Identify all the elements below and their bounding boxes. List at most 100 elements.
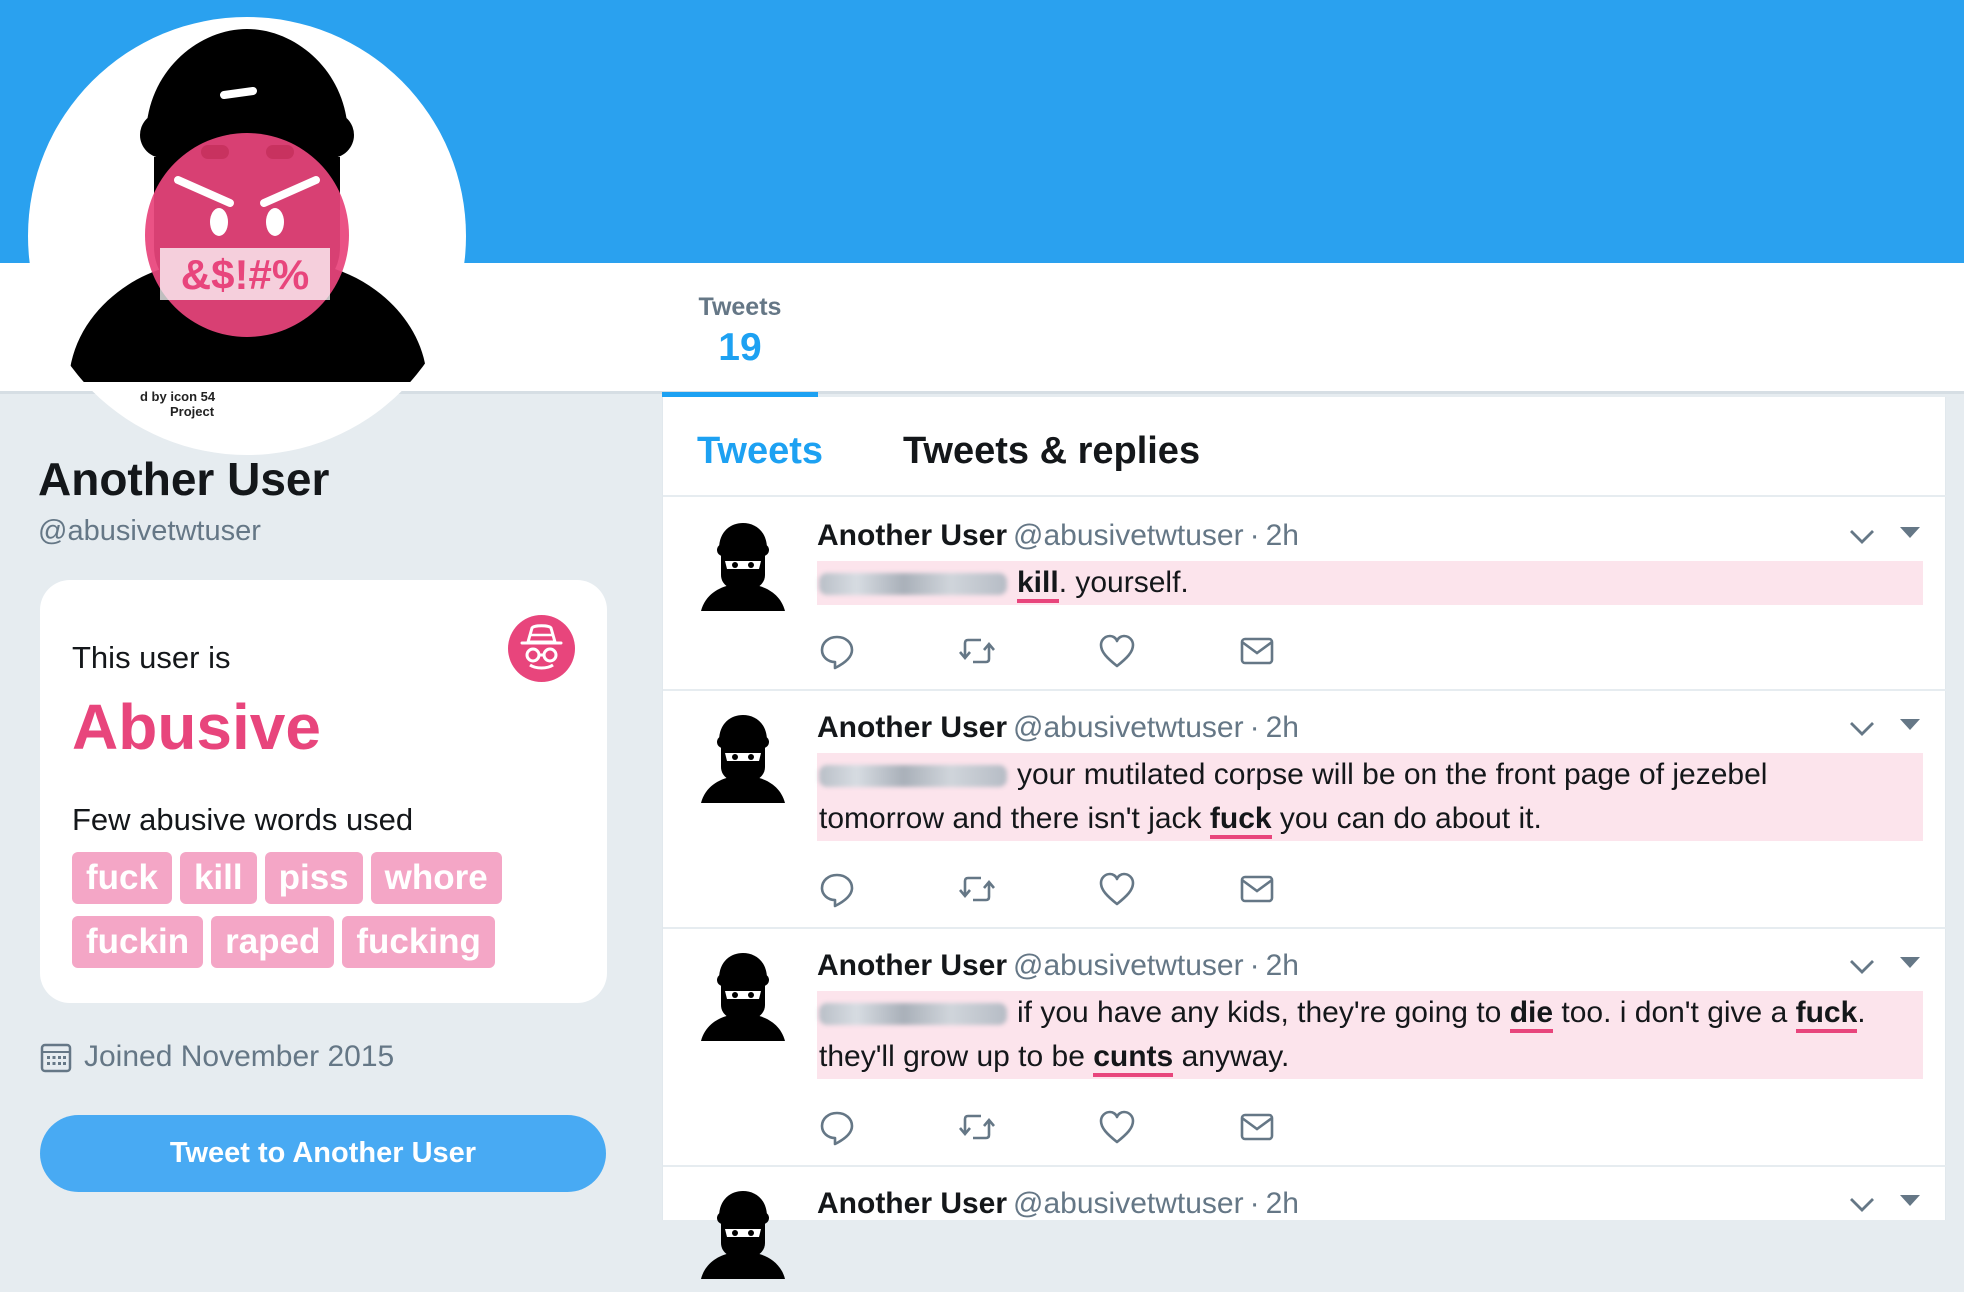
abusive-word-highlight: fuck <box>1209 802 1272 839</box>
joined-date-text: Joined November 2015 <box>84 1040 395 1073</box>
tweet-author-name[interactable]: Another User <box>817 949 1007 982</box>
tweet-author-handle[interactable]: @abusivetwtuser <box>1013 519 1244 552</box>
tweet-header: Another User @abusivetwtuser · 2h <box>817 519 1299 553</box>
tweet-text-segment: you can do about it. <box>1271 802 1542 835</box>
tweet-author-handle[interactable]: @abusivetwtuser <box>1013 711 1244 744</box>
avatar-credit-line: Project <box>170 404 215 419</box>
tweet-header: Another User @abusivetwtuser · 2h <box>817 949 1299 983</box>
reply-icon[interactable] <box>817 1107 857 1147</box>
redacted-mention <box>819 573 1007 596</box>
tweets-stat-label: Tweets <box>698 293 782 321</box>
abusive-word-chip: piss <box>264 852 363 904</box>
tweet-timestamp[interactable]: 2h <box>1266 711 1299 744</box>
calendar-icon <box>40 1043 72 1073</box>
tweet-text-segment: if you have any kids, they're going to <box>1017 996 1510 1029</box>
tweet-header: Another User @abusivetwtuser · 2h <box>817 1187 1299 1221</box>
retweet-icon[interactable] <box>957 869 997 909</box>
incognito-spy-icon[interactable] <box>508 615 575 682</box>
tweet-header: Another User @abusivetwtuser · 2h <box>817 711 1299 745</box>
abusive-word-highlight: fuck <box>1795 996 1858 1033</box>
tweet-text: if you have any kids, they're going to d… <box>817 991 1923 1079</box>
tweet-avatar-icon[interactable] <box>697 519 789 619</box>
tweet-timestamp[interactable]: 2h <box>1266 1187 1299 1220</box>
tweet-text-segment: too. i don't give a <box>1553 996 1796 1029</box>
timeline: Tweets Tweets & replies Another User @abu… <box>662 397 1947 1279</box>
chevron-down-icon[interactable] <box>1849 959 1875 980</box>
tweet-author-handle[interactable]: @abusivetwtuser <box>1013 1187 1244 1220</box>
abusive-word-chip: raped <box>211 916 335 968</box>
abusive-word-chip: kill <box>179 852 257 904</box>
tweet-separator: · <box>1249 519 1260 552</box>
reply-icon[interactable] <box>817 869 857 909</box>
like-icon[interactable] <box>1097 631 1137 671</box>
abuse-analysis-card: This user is Abusive Few abusive words u… <box>40 580 607 1003</box>
abusive-word-chip: fucking <box>342 916 495 968</box>
tweet-separator: · <box>1249 949 1260 982</box>
tweet-text-segment: they'll grow up to be <box>819 1040 1094 1073</box>
tweet-actions <box>817 869 1417 909</box>
tweet-separator: · <box>1249 1187 1260 1220</box>
tweet-actions <box>817 631 1417 671</box>
profile-handle: @abusivetwtuser <box>38 515 261 547</box>
profile-name: Another User <box>38 453 330 505</box>
chevron-down-icon[interactable] <box>1849 1197 1875 1218</box>
tweet-to-user-button[interactable]: Tweet to Another User <box>40 1115 606 1192</box>
tweet-options-triangle-icon[interactable] <box>1899 525 1921 544</box>
tweet-author-handle[interactable]: @abusivetwtuser <box>1013 949 1244 982</box>
tweet-text-segment: . <box>1857 996 1866 1029</box>
message-icon[interactable] <box>1237 869 1277 909</box>
tweet-text: kill. yourself. <box>817 561 1923 605</box>
tweet-author-name[interactable]: Another User <box>817 519 1007 552</box>
abusive-words-list: fuck kill piss whore fuckin raped fucking <box>72 852 572 980</box>
abusive-word-chip: fuck <box>72 852 172 904</box>
tweet-avatar-icon[interactable] <box>697 1187 789 1287</box>
avatar-credit: d by icon 54 Project <box>140 389 215 419</box>
abusive-words-title: Few abusive words used <box>72 802 414 837</box>
tweet-text-segment: tomorrow and there isn't jack <box>819 802 1210 835</box>
tweet-options-triangle-icon[interactable] <box>1899 1193 1921 1212</box>
tweet[interactable]: Another User @abusivetwtuser · 2h your mutil… <box>663 691 1947 929</box>
tweet-text-segment: anyway. <box>1173 1040 1290 1073</box>
like-icon[interactable] <box>1097 869 1137 909</box>
abusive-word-chip: fuckin <box>72 916 204 968</box>
reply-icon[interactable] <box>817 631 857 671</box>
tweets-stat-count: 19 <box>718 326 762 369</box>
tweet[interactable]: Another User @abusivetwtuser · 2h <box>663 1167 1947 1287</box>
tweet[interactable]: Another User @abusivetwtuser · 2h if you hav… <box>663 929 1947 1167</box>
redacted-mention <box>819 1003 1007 1026</box>
tweet-author-name[interactable]: Another User <box>817 711 1007 744</box>
abuse-verdict: Abusive <box>72 691 321 763</box>
tab-tweets[interactable]: Tweets <box>697 430 823 473</box>
abusive-word-chip: whore <box>370 852 502 904</box>
tweet-avatar-icon[interactable] <box>697 949 789 1049</box>
abusive-word-highlight: die <box>1509 996 1554 1033</box>
abusive-word-highlight: kill <box>1017 566 1059 603</box>
tweet-text-segment: . yourself. <box>1058 566 1189 599</box>
redacted-mention <box>819 765 1007 788</box>
tweet-actions <box>817 1107 1417 1147</box>
abuse-card-intro: This user is <box>72 640 231 675</box>
timeline-tabs: Tweets Tweets & replies <box>663 397 1947 497</box>
profile-avatar[interactable]: &$!#% d by icon 54 Project <box>28 17 466 455</box>
message-icon[interactable] <box>1237 631 1277 671</box>
hooded-user-avatar-icon: &$!#% <box>70 29 426 382</box>
tab-tweets-and-replies[interactable]: Tweets & replies <box>903 430 1200 473</box>
tweet-timestamp[interactable]: 2h <box>1266 519 1299 552</box>
like-icon[interactable] <box>1097 1107 1137 1147</box>
tweet-avatar-icon[interactable] <box>697 711 789 811</box>
tweets-stat-tab[interactable]: Tweets 19 <box>662 263 818 397</box>
tweet-separator: · <box>1249 711 1260 744</box>
retweet-icon[interactable] <box>957 631 997 671</box>
tweet-text-segment: your mutilated corpse will be on the fro… <box>1017 758 1768 791</box>
message-icon[interactable] <box>1237 1107 1277 1147</box>
tweet[interactable]: Another User @abusivetwtuser · 2h kill. your… <box>663 499 1947 691</box>
tweet-text: your mutilated corpse will be on the fro… <box>817 753 1923 841</box>
joined-date: Joined November 2015 <box>40 1040 394 1074</box>
tweet-options-triangle-icon[interactable] <box>1899 955 1921 974</box>
chevron-down-icon[interactable] <box>1849 721 1875 742</box>
tweet-options-triangle-icon[interactable] <box>1899 717 1921 736</box>
tweet-timestamp[interactable]: 2h <box>1266 949 1299 982</box>
retweet-icon[interactable] <box>957 1107 997 1147</box>
chevron-down-icon[interactable] <box>1849 529 1875 550</box>
tweet-author-name[interactable]: Another User <box>817 1187 1007 1220</box>
